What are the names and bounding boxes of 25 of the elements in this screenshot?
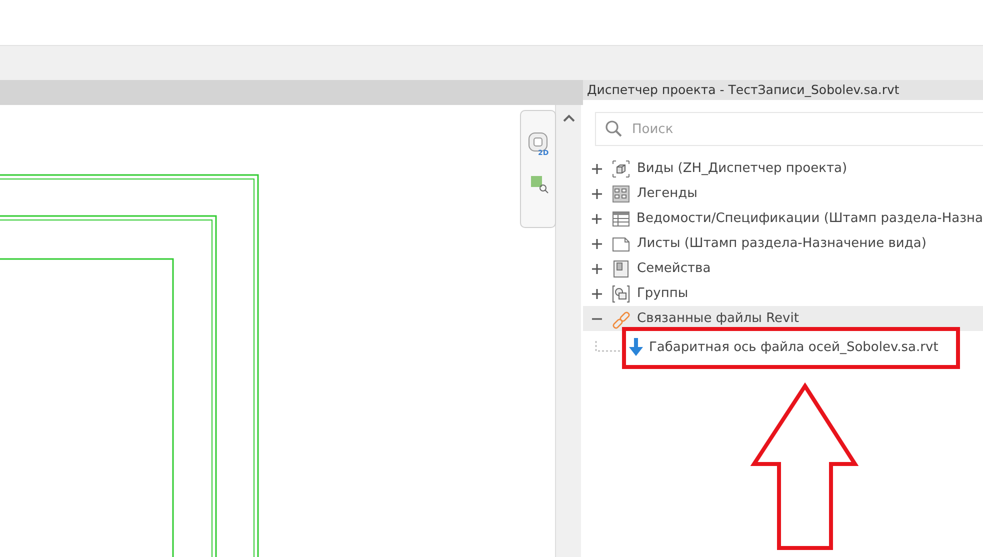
scrollbar[interactable] xyxy=(556,105,581,557)
down-arrow-icon xyxy=(629,338,643,356)
tree-item[interactable]: Семейства xyxy=(583,256,983,281)
expand-icon[interactable] xyxy=(590,162,604,176)
panel-title: Диспетчер проекта - ТестЗаписи_Sobolev.sa.rvt xyxy=(583,80,983,100)
tree-item[interactable]: Легенды xyxy=(583,181,983,206)
tree-item[interactable]: Габаритная ось файла осей_Sobolev.sa.rvt xyxy=(583,331,983,363)
tree-item[interactable]: Виды (ZH_Диспетчер проекта) xyxy=(583,156,983,181)
family-icon xyxy=(611,258,631,278)
tree-item[interactable]: Группы xyxy=(583,281,983,306)
tree-item[interactable]: Листы (Штамп раздела-Назначение вида) xyxy=(583,231,983,256)
search-icon xyxy=(605,120,623,138)
view-cube-icon xyxy=(611,158,631,178)
expand-icon[interactable] xyxy=(590,262,604,276)
tree-item[interactable]: Ведомости/Спецификации (Штамп раздела-Назна xyxy=(583,206,983,231)
group-icon xyxy=(611,284,631,304)
table-icon xyxy=(610,208,631,228)
expand-icon[interactable] xyxy=(590,212,604,226)
legend-grid-icon xyxy=(611,184,631,204)
expand-icon[interactable] xyxy=(590,186,604,200)
scroll-up-icon[interactable] xyxy=(562,113,576,123)
search-field[interactable]: Поиск xyxy=(595,112,983,146)
expand-icon[interactable] xyxy=(590,286,604,300)
expand-icon[interactable] xyxy=(590,236,604,250)
zoom-icon[interactable] xyxy=(529,174,549,194)
